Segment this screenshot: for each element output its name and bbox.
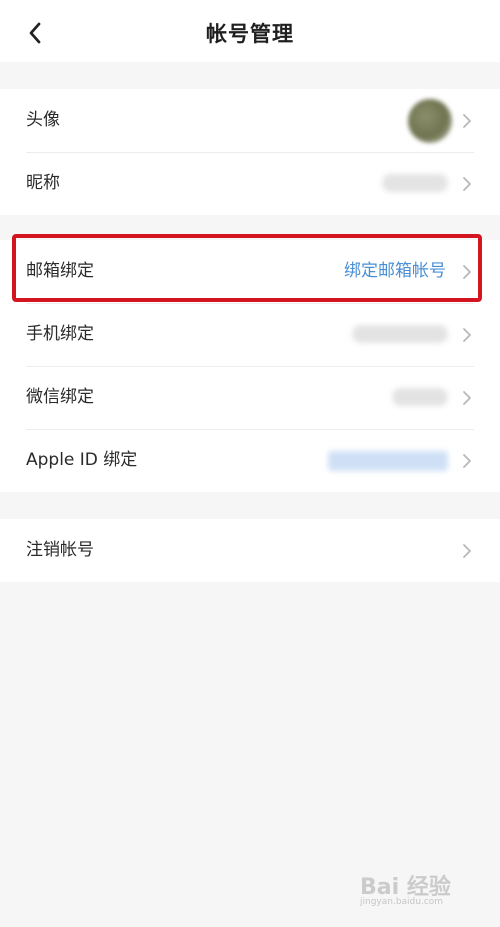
apple-id-binding-label: Apple ID 绑定 <box>26 450 138 470</box>
phone-binding-row[interactable]: 手机绑定 <box>0 303 500 366</box>
wechat-binding-label: 微信绑定 <box>26 387 94 407</box>
nickname-label: 昵称 <box>26 173 60 193</box>
wechat-binding-row[interactable]: 微信绑定 <box>0 366 500 429</box>
chevron-right-icon <box>463 391 471 405</box>
phone-value-redacted <box>352 325 448 343</box>
chevron-right-icon <box>463 328 471 342</box>
avatar <box>408 99 452 143</box>
account-group: 注销帐号 <box>0 519 500 582</box>
profile-group: 头像 昵称 <box>0 89 500 215</box>
phone-binding-label: 手机绑定 <box>26 324 94 344</box>
cancel-account-label: 注销帐号 <box>26 540 94 560</box>
chevron-right-icon <box>463 454 471 468</box>
cancel-account-row[interactable]: 注销帐号 <box>0 519 500 582</box>
chevron-right-icon <box>463 544 471 558</box>
avatar-label: 头像 <box>26 110 60 130</box>
nickname-row[interactable]: 昵称 <box>0 152 500 215</box>
avatar-row[interactable]: 头像 <box>0 89 500 152</box>
page-title: 帐号管理 <box>206 22 294 46</box>
highlight-box <box>12 234 482 302</box>
apple-id-binding-row[interactable]: Apple ID 绑定 <box>0 429 500 492</box>
chevron-right-icon <box>463 114 471 128</box>
wechat-value-redacted <box>392 388 448 406</box>
chevron-right-icon <box>463 177 471 191</box>
watermark-subtext: jingyan.baidu.com <box>360 897 444 907</box>
apple-id-value-redacted <box>328 451 448 471</box>
nickname-value-redacted <box>382 174 448 192</box>
nav-header: 帐号管理 <box>0 0 500 62</box>
baidu-jingyan-watermark: Bai 经验 jingyan.baidu.com <box>360 869 470 909</box>
